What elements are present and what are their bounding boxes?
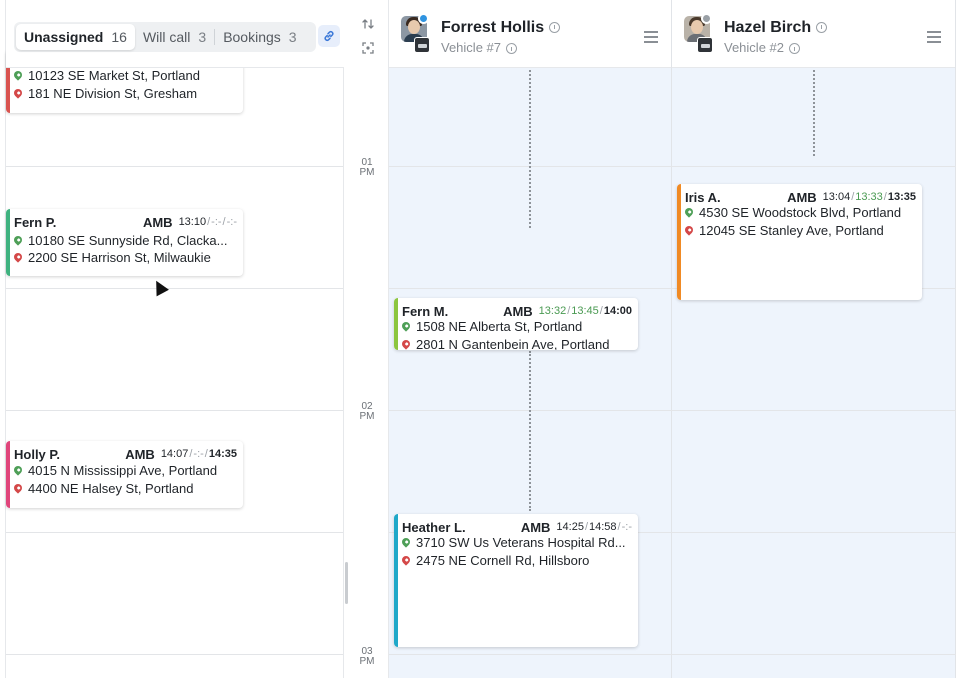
pickup-pin-icon xyxy=(14,464,24,476)
trip-times: 14:25/14:58/-:- xyxy=(556,521,632,533)
pickup-address: 10123 SE Market St, Portland xyxy=(14,67,237,83)
tab-label: Bookings xyxy=(223,29,281,45)
info-icon[interactable] xyxy=(789,43,800,55)
dropoff-address: 4400 NE Halsey St, Portland xyxy=(14,480,237,496)
pickup-pin-icon xyxy=(402,320,412,332)
tab-bookings[interactable]: Bookings 3 xyxy=(215,24,304,50)
dropoff-pin-icon xyxy=(14,251,24,263)
tab-unassigned[interactable]: Unassigned 16 xyxy=(16,24,135,50)
tab-will-call[interactable]: Will call 3 xyxy=(135,24,214,50)
route-connector xyxy=(529,351,531,511)
trip-card-header: Heather L. AMB 14:25/14:58/-:- xyxy=(402,519,632,535)
route-connector xyxy=(813,70,815,156)
tab-label: Unassigned xyxy=(24,29,104,45)
tab-count: 3 xyxy=(198,29,207,45)
pickup-pin-icon xyxy=(14,69,24,81)
status-dot xyxy=(418,13,429,24)
tab-segmented-control: Unassigned 16 Will call 3 Bookings 3 xyxy=(14,22,316,52)
trip-type: AMB xyxy=(125,446,155,462)
passenger-name: Heather L. xyxy=(402,519,466,535)
trip-type: AMB xyxy=(142,214,173,230)
pickup-address: 10180 SE Sunnyside Rd, Clacka... xyxy=(14,232,237,248)
passenger-name: Holly P. xyxy=(14,446,61,462)
dropoff-pin-icon xyxy=(14,482,24,494)
trip-card-header: Holly P. AMB 14:07/-:-/14:35 xyxy=(14,446,237,462)
dropoff-pin-icon xyxy=(685,224,695,236)
sort-icon[interactable] xyxy=(360,16,376,32)
dropoff-address: 2475 NE Cornell Rd, Hillsboro xyxy=(402,552,632,568)
passenger-name: Fern M. xyxy=(402,303,449,319)
pickup-address: 3710 SW Us Veterans Hospital Rd... xyxy=(402,534,632,550)
dropoff-address: 12045 SE Stanley Ave, Portland xyxy=(685,222,916,238)
pickup-pin-icon xyxy=(14,234,24,246)
driver-name[interactable]: Forrest Hollis xyxy=(441,19,561,37)
clock-icon[interactable] xyxy=(816,22,828,34)
clock-icon[interactable] xyxy=(549,22,561,34)
status-dot xyxy=(701,13,712,24)
trip-color-bar xyxy=(394,298,398,350)
dropoff-address: 2801 N Gantenbein Ave, Portland xyxy=(402,336,632,350)
dropoff-pin-icon xyxy=(402,338,412,350)
trip-type: AMB xyxy=(787,189,817,205)
trip-card[interactable]: Fern P. AMB 13:10/-:-/-:- 10180 SE Sunny… xyxy=(6,209,243,276)
resource-header: Hazel Birch Vehicle #2 xyxy=(672,0,955,68)
vehicle-name[interactable]: Vehicle #2 xyxy=(724,40,800,55)
unassigned-panel: Unassigned 16 Will call 3 Bookings 3 101… xyxy=(0,0,344,678)
pickup-address: 1508 NE Alberta St, Portland xyxy=(402,318,632,334)
link-icon xyxy=(324,30,334,42)
pickup-pin-icon xyxy=(685,206,695,218)
trip-times: 13:10/-:-/-:- xyxy=(178,216,237,228)
focus-icon[interactable] xyxy=(360,40,376,56)
trip-times: 13:04/13:33/13:35 xyxy=(822,191,916,203)
list-menu-icon[interactable] xyxy=(644,31,658,43)
tab-count: 16 xyxy=(111,29,127,45)
trip-color-bar xyxy=(394,514,398,647)
trip-card[interactable]: Fern M. AMB 13:32/13:45/14:00 1508 NE Al… xyxy=(394,298,638,350)
panel-tabbar: Unassigned 16 Will call 3 Bookings 3 xyxy=(6,0,344,68)
tab-count: 3 xyxy=(288,29,297,45)
route-connector xyxy=(529,70,531,228)
time-label: 03 PM xyxy=(359,646,375,667)
resource-column-hazel-birch: Hazel Birch Vehicle #2 Iris A. AMB 13:04… xyxy=(672,0,956,678)
vehicle-name[interactable]: Vehicle #7 xyxy=(441,40,517,55)
dropoff-pin-icon xyxy=(402,554,412,566)
resource-header: Forrest Hollis Vehicle #7 xyxy=(389,0,671,68)
time-label: 01 PM xyxy=(359,157,375,178)
resource-column-forrest-hollis: Forrest Hollis Vehicle #7 Fern M. AMB 13… xyxy=(389,0,672,678)
dropoff-address: 2200 SE Harrison St, Milwaukie xyxy=(14,249,237,265)
trip-color-bar xyxy=(6,441,10,508)
info-icon[interactable] xyxy=(506,43,517,55)
trip-card[interactable]: Holly P. AMB 14:07/-:-/14:35 4015 N Miss… xyxy=(6,441,243,508)
schedule-lane[interactable] xyxy=(672,68,956,678)
dropoff-pin-icon xyxy=(14,87,24,99)
panel-scrollbar[interactable] xyxy=(345,562,348,604)
trip-color-bar xyxy=(6,209,10,276)
vehicle-icon xyxy=(414,37,430,53)
trip-card-header: Fern P. AMB 13:10/-:-/-:- xyxy=(14,214,237,230)
time-gutter: 01 PM 02 PM 03 PM xyxy=(343,0,389,678)
pickup-address: 4530 SE Woodstock Blvd, Portland xyxy=(685,204,916,220)
link-button[interactable] xyxy=(318,25,340,47)
trip-card[interactable]: Iris A. AMB 13:04/13:33/13:35 4530 SE Wo… xyxy=(677,184,922,300)
trip-type: AMB xyxy=(520,519,551,535)
list-menu-icon[interactable] xyxy=(927,31,941,43)
dropoff-address: 181 NE Division St, Gresham xyxy=(14,85,237,101)
trip-card[interactable]: Heather L. AMB 14:25/14:58/-:- 3710 SW U… xyxy=(394,514,638,647)
pickup-address: 4015 N Mississippi Ave, Portland xyxy=(14,462,237,478)
tab-label: Will call xyxy=(142,29,191,45)
driver-name[interactable]: Hazel Birch xyxy=(724,19,828,37)
trip-times: 14:07/-:-/14:35 xyxy=(160,448,237,460)
trip-color-bar xyxy=(677,184,681,300)
pickup-pin-icon xyxy=(402,536,412,548)
trip-times: 13:32/13:45/14:00 xyxy=(538,305,632,317)
trip-card-header: Fern M. AMB 13:32/13:45/14:00 xyxy=(402,303,632,319)
trip-card-header: Iris A. AMB 13:04/13:33/13:35 xyxy=(685,189,916,205)
vehicle-icon xyxy=(697,37,713,53)
passenger-name: Iris A. xyxy=(685,189,721,205)
time-label: 02 PM xyxy=(359,401,375,422)
dispatch-board: Unassigned 16 Will call 3 Bookings 3 101… xyxy=(0,0,960,678)
passenger-name: Fern P. xyxy=(14,214,57,230)
trip-type: AMB xyxy=(503,303,533,319)
